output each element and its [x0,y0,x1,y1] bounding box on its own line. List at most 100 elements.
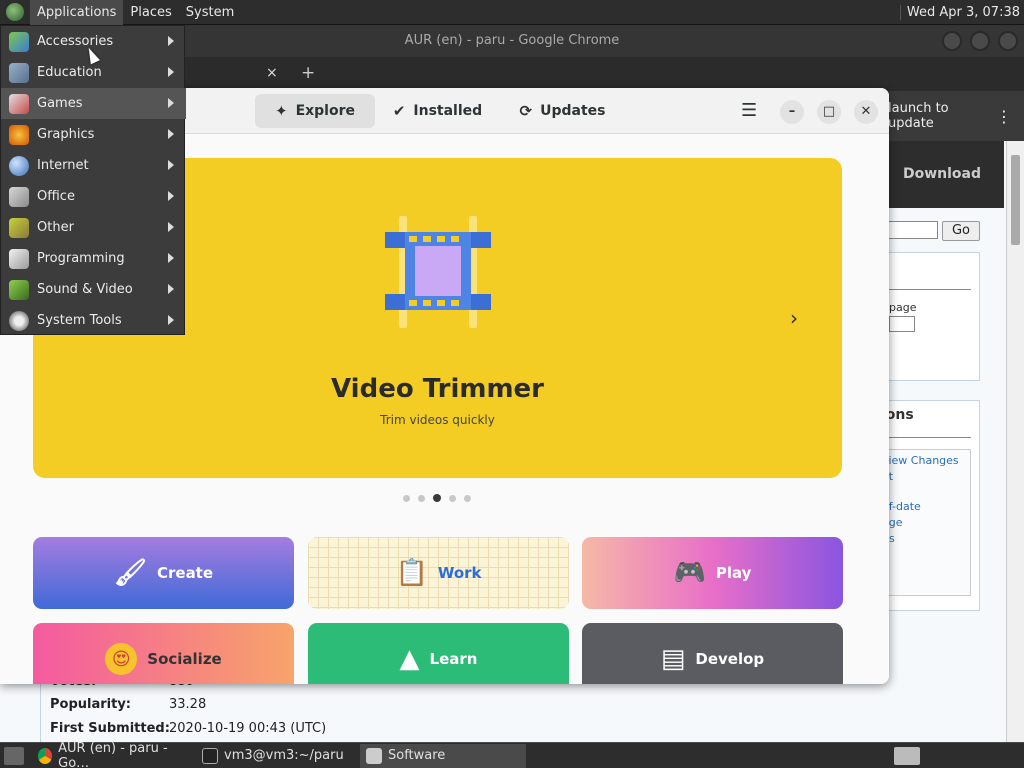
detail-label: First Submitted: [50,721,170,736]
menu-item-label: Graphics [37,127,95,142]
tab-updates[interactable]: ⟳ Updates [510,94,615,128]
maximize-button[interactable]: □ [817,100,841,124]
menu-item-system-tools[interactable]: System Tools [1,305,186,336]
featured-app-subtitle: Trim videos quickly [380,413,495,427]
category-label: Learn [429,650,478,668]
socialize-icon: 😍 [105,643,138,675]
menu-item-label: Office [37,189,75,204]
applications-menu[interactable]: Applications [30,0,124,25]
education-icon [9,62,29,83]
submenu-arrow-icon [168,191,174,201]
menu-item-other[interactable]: Other [1,212,186,243]
menu-item-label: Sound & Video [37,282,133,297]
category-learn-tile[interactable]: ▲ Learn [308,623,569,684]
category-work-tile[interactable]: 📋 Work [308,537,569,609]
carousel-dot[interactable] [449,494,456,502]
clock[interactable]: Wed Apr 3, 07:38 [899,4,1024,20]
menu-item-internet[interactable]: Internet [1,150,186,181]
category-label: Play [715,564,752,582]
category-develop-tile[interactable]: ▤ Develop [582,623,843,684]
details-border [40,676,41,742]
chrome-icon [38,747,53,764]
go-button[interactable]: Go [942,221,980,241]
task-terminal[interactable]: vm3@vm3:~/paru [196,744,356,768]
update-chip[interactable]: launch to update [888,101,996,131]
submenu-arrow-icon [168,129,174,139]
divider [881,289,971,290]
applications-dropdown: Accessories Education Games Graphics Int… [0,25,186,336]
graphics-icon [9,124,29,145]
detail-value: 33.28 [169,697,207,712]
per-page-select[interactable] [889,316,915,332]
menu-item-label: System Tools [37,313,122,328]
carousel-dot-active[interactable] [433,494,441,502]
menu-item-label: Other [37,220,74,235]
updates-icon: ⟳ [519,102,533,120]
terminal-icon [202,747,218,764]
games-icon [9,93,29,114]
category-play-tile[interactable]: 🎮 Play [582,537,843,609]
search-box: page [880,252,980,381]
chrome-minimize-button[interactable] [942,31,962,51]
show-desktop-button[interactable] [4,746,24,765]
package-actions-box: ions / View Changes ot of-date age ns [874,400,980,611]
tab-explore[interactable]: ✦ Explore [255,94,375,128]
tab-installed[interactable]: ✔ Installed [385,94,490,128]
video-trimmer-app-icon [385,216,491,328]
category-create-tile[interactable]: 🖌 Create [33,537,294,609]
nav-download-link[interactable]: Download [880,141,1004,208]
menu-item-label: Internet [37,158,89,173]
menu-item-programming[interactable]: Programming [1,243,186,274]
task-software[interactable]: Software [360,743,526,768]
taskbar: AUR (en) - paru - Go… vm3@vm3:~/paru Sof… [0,740,1024,768]
programming-icon [9,248,29,269]
submenu-arrow-icon [168,160,174,170]
system-tools-icon [9,310,29,331]
divider [881,437,971,438]
menu-item-office[interactable]: Office [1,181,186,212]
carousel-dot[interactable] [418,494,425,502]
create-icon: 🖌 [113,558,147,588]
chrome-menu-icon[interactable]: ⋮ [996,107,1012,126]
places-menu[interactable]: Places [123,0,178,25]
hamburger-menu-icon[interactable]: ☰ [741,100,757,121]
task-label: vm3@vm3:~/paru [224,748,344,763]
category-label: Socialize [147,650,222,668]
tray-icon[interactable] [894,747,920,765]
close-button[interactable]: ✕ [854,100,878,124]
category-socialize-tile[interactable]: 😍 Socialize [33,623,294,684]
web-scrollbar[interactable] [1006,141,1024,742]
accessories-icon [9,31,29,52]
sound-video-icon [9,279,29,300]
close-tab-icon[interactable]: × [266,65,278,81]
scroll-thumb[interactable] [1011,155,1020,245]
menu-item-label: Games [37,96,83,111]
internet-icon [9,155,29,176]
submenu-arrow-icon [168,36,174,46]
menu-item-label: Education [37,65,102,80]
system-menu[interactable]: System [179,0,241,25]
chrome-close-button[interactable] [998,31,1018,51]
submenu-arrow-icon [168,315,174,325]
actions-list: / View Changes ot of-date age ns [874,449,971,596]
tab-label: Updates [540,103,606,119]
distro-logo-icon[interactable] [6,3,24,21]
play-icon: 🎮 [673,558,706,588]
task-chrome[interactable]: AUR (en) - paru - Go… [32,740,192,768]
task-label: AUR (en) - paru - Go… [58,740,168,768]
minimize-button[interactable]: – [780,100,804,124]
carousel-dot[interactable] [464,494,471,502]
work-icon: 📋 [395,558,428,588]
installed-icon: ✔ [392,102,406,120]
next-arrow-icon[interactable]: › [790,306,798,330]
menu-item-games[interactable]: Games [1,88,186,119]
new-tab-button[interactable]: + [301,63,315,83]
chrome-maximize-button[interactable] [970,31,990,51]
menu-item-graphics[interactable]: Graphics [1,119,186,150]
software-icon [366,747,382,764]
menu-item-sound-video[interactable]: Sound & Video [1,274,186,305]
chrome-window-title: AUR (en) - paru - Google Chrome [404,33,620,48]
other-icon [9,217,29,238]
carousel-dot[interactable] [403,494,410,502]
submenu-arrow-icon [168,284,174,294]
